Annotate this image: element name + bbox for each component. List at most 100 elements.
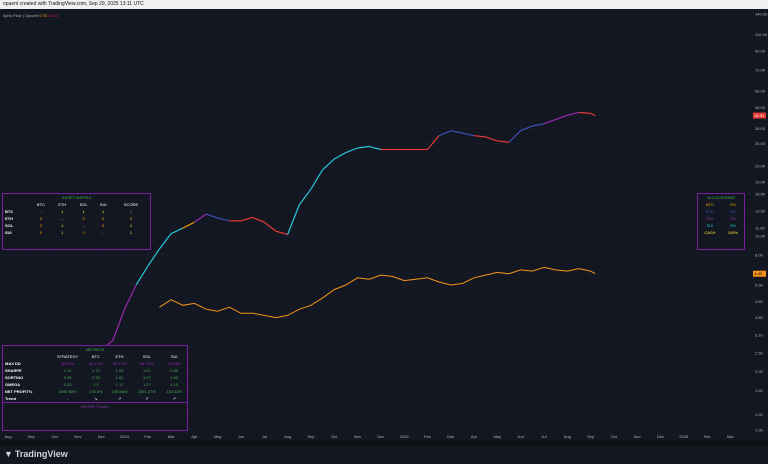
asset-matrix-cell: 1: [61, 209, 64, 214]
asset-matrix-row-label: BTC: [5, 209, 14, 214]
x-tick-label: Jul: [262, 434, 267, 439]
metrics-cell: 1.72: [91, 368, 100, 373]
tradingview-logo: ▼ TradingView: [4, 449, 68, 459]
metrics-cell: 175.5%: [89, 389, 103, 394]
x-tick-label: Aug: [564, 434, 571, 439]
x-tick-label: Sep: [28, 434, 36, 439]
allocation-row: SOL 0%: [698, 215, 744, 222]
asset-matrix-cell: 0: [102, 216, 105, 221]
y-tick-label: 23.00: [755, 164, 766, 169]
allocation-value: 100%: [727, 230, 739, 235]
x-tick-label: 2026: [679, 434, 689, 439]
equity-line-segment: [182, 221, 195, 229]
metrics-row: SHARPE 2.12 1.72 1.03 1.67 0.85: [3, 367, 187, 374]
allocation-asset: SOL: [705, 216, 714, 221]
equity-line-segment: [275, 230, 288, 236]
equity-price-tag-text: 41.91: [755, 113, 766, 118]
metrics-row: Trend - ↘ ↗ ↗ ↗: [3, 395, 187, 402]
allocation-asset: SUI: [706, 223, 714, 228]
metrics-cell: 1.15: [170, 382, 179, 387]
equity-line-segment: [322, 158, 335, 171]
y-tick-label: 16.50: [755, 192, 766, 197]
metrics-cell: 245.56%: [111, 389, 128, 394]
metrics-header-cell: ETH: [115, 354, 124, 359]
equity-line-segment: [485, 136, 498, 142]
asset-matrix-cell: 0: [102, 223, 105, 228]
equity-line-segment: [298, 188, 312, 206]
metrics-cell: 76.24%: [167, 361, 181, 366]
equity-line-segment: [147, 248, 160, 267]
x-tick-label: Sep: [587, 434, 595, 439]
equity-line-segment: [462, 132, 475, 137]
equity-line-segment: [217, 217, 230, 222]
y-tick-label: 72.00: [755, 67, 766, 72]
equity-line-segment: [333, 152, 347, 160]
x-tick-label: Mar: [447, 434, 455, 439]
metrics-cell: 2.75: [91, 375, 100, 380]
benchmark-line: [159, 266, 596, 319]
x-tick-label: Nov: [354, 434, 361, 439]
x-tick-label: Aug: [284, 434, 291, 439]
x-tick-label: Jul: [541, 434, 546, 439]
y-tick-label: 56.00: [755, 89, 766, 94]
asset-matrix-row-label: ETH: [5, 216, 13, 221]
allocation-row: CASH 100%: [698, 229, 744, 236]
equity-line-segment: [263, 221, 277, 232]
y-tick-label: 19.00: [755, 180, 766, 185]
metrics-row: MAX DD 32.82% 26.17% 63.77% 58.79% 76.24%: [3, 360, 187, 367]
equity-line-segment: [123, 284, 137, 310]
y-tick-label: 46.00: [755, 105, 766, 110]
metrics-cell: 1.03: [115, 368, 124, 373]
asset-matrix-cell: 0: [129, 216, 133, 221]
asset-matrix-row: SUI 0 1 0 — 1: [3, 229, 150, 236]
x-tick-label: Oct: [611, 434, 618, 439]
x-tick-label: May: [214, 434, 222, 439]
allocation-asset: CASH: [704, 230, 716, 235]
equity-line-segment: [240, 216, 253, 222]
y-tick-label: 2.00: [755, 369, 764, 374]
asset-matrix-cell: —: [101, 230, 106, 235]
asset-matrix-cell: 1: [129, 230, 133, 235]
asset-matrix-panel: ASSET MATRIX BTC ETH SOL SUI SCORE BTC —1 1 1 3 ET…: [2, 193, 151, 250]
allocation-row: ETH 0%: [698, 208, 744, 215]
x-tick-label: Oct: [331, 434, 338, 439]
asset-matrix-table: BTC ETH SOL SUI SCORE BTC — 1 1 1 3 ETH 0 — 0 0 0 SOL 0 1 — 0…: [3, 201, 150, 236]
asset-matrix-header-cell: [3, 201, 30, 208]
equity-line-segment: [450, 130, 463, 134]
asset-matrix-header-cell: SUI: [99, 202, 107, 207]
equity-line-segment: [555, 114, 568, 121]
metrics-cell: ↗: [117, 396, 122, 401]
allocations-title: ALLOCATIONS: [707, 195, 735, 200]
benchmark-price-tag-text: 6.40: [755, 271, 764, 276]
metrics-cell: 32.82%: [60, 361, 75, 366]
y-tick-label: 4.60: [755, 299, 764, 304]
asset-matrix-cell: 1: [61, 223, 64, 228]
equity-line-segment: [567, 111, 580, 116]
metrics-footer: FILTER | Score: [3, 402, 187, 410]
metrics-cell: 133.22%: [166, 389, 183, 394]
metrics-header-cell: SOL: [142, 354, 151, 359]
metrics-cell: 4090.68%: [58, 389, 77, 394]
allocation-row: BTC 0%: [698, 201, 744, 208]
metrics-row: SORTINO 3.98 2.75 1.61 3.07 1.63: [3, 374, 187, 381]
y-tick-label: 3.80: [755, 315, 764, 320]
equity-line-segment: [438, 130, 451, 137]
metrics-cell: 2051.27%: [137, 389, 156, 394]
x-tick-label: 2025: [400, 434, 410, 439]
metrics-row: OMEGA 1.53 1.3 1.17 1.27 1.15: [3, 381, 187, 388]
y-tick-label: 8.00: [755, 252, 764, 257]
asset-matrix-header-cell: SCORE: [123, 202, 139, 207]
asset-matrix-cell: 1: [82, 209, 85, 214]
y-tick-label: 10.00: [755, 234, 766, 239]
asset-matrix-row-label: SUI: [5, 230, 12, 235]
metrics-row-label: Trend: [5, 396, 16, 401]
x-tick-label: Dec: [377, 434, 384, 439]
equity-line-segment: [543, 118, 556, 125]
allocation-row: SUI 0%: [698, 222, 744, 229]
metrics-row-label: SHARPE: [5, 368, 22, 373]
equity-line-segment: [170, 227, 184, 235]
x-tick-label: Nov: [74, 434, 81, 439]
metrics-cell: 1.63: [170, 375, 179, 380]
x-tick-label: Apr: [471, 434, 478, 439]
asset-matrix-cell: 0: [82, 230, 85, 235]
